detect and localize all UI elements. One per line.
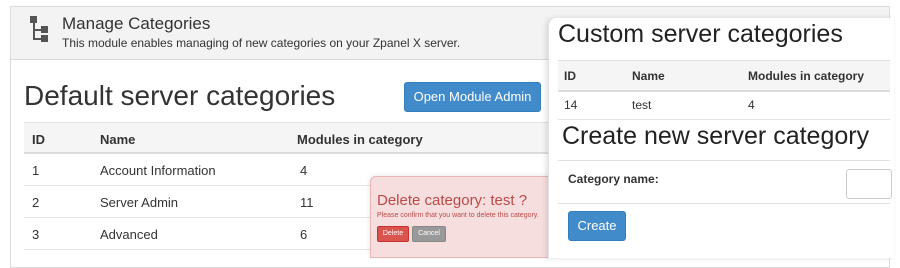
row-name: Server Admin [100, 195, 179, 210]
default-table-header: ID Name Modules in category [24, 122, 554, 154]
column-header-name: Name [632, 69, 665, 83]
create-category-heading: Create new server category [562, 122, 870, 150]
row-name: Advanced [100, 227, 158, 242]
delete-popup-message: Please confirm that you want to delete t… [377, 212, 539, 219]
row-id: 14 [564, 98, 578, 112]
category-name-label: Category name: [568, 172, 659, 186]
row-name: Account Information [100, 163, 216, 178]
custom-categories-heading: Custom server categories [558, 20, 843, 48]
row-modules: 11 [300, 195, 314, 210]
column-header-modules: Modules in category [297, 132, 423, 147]
column-header-id: ID [564, 69, 576, 83]
table-row: 14 test 4 [558, 92, 890, 120]
column-header-name: Name [100, 132, 136, 147]
module-description: This module enables managing of new cate… [62, 36, 461, 50]
row-modules: 4 [300, 163, 308, 178]
column-header-id: ID [32, 132, 45, 147]
row-name: test [632, 98, 652, 112]
open-module-admin-button[interactable]: Open Module Admin [404, 82, 541, 112]
row-id: 2 [32, 195, 40, 210]
row-id: 1 [32, 163, 40, 178]
row-modules: 4 [748, 98, 755, 112]
delete-popup-title: Delete category: test ? [377, 192, 528, 209]
delete-button[interactable]: Delete [377, 226, 409, 242]
custom-table-header: ID Name Modules in category [558, 60, 890, 92]
module-title: Manage Categories [62, 14, 211, 33]
row-modules: 6 [300, 227, 308, 242]
cancel-button[interactable]: Cancel [412, 226, 446, 242]
default-categories-heading: Default server categories [24, 80, 336, 111]
column-header-modules: Modules in category [748, 69, 865, 83]
category-name-input[interactable] [846, 169, 892, 199]
create-button[interactable]: Create [568, 211, 626, 241]
row-id: 3 [32, 227, 40, 242]
category-tree-icon [30, 16, 52, 44]
